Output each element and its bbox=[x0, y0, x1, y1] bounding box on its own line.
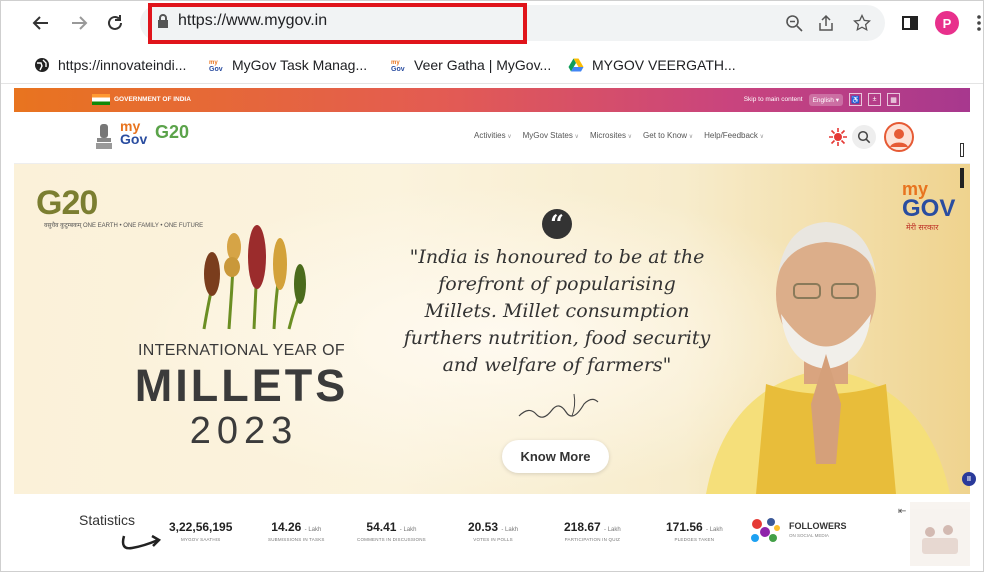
stat-item: 171.56 - Lakh PLEDGES TAKEN bbox=[666, 520, 723, 542]
stat-label: MYGOV SAATHIS bbox=[180, 537, 221, 542]
back-arrow-icon[interactable] bbox=[28, 10, 54, 36]
curved-arrow-icon bbox=[118, 530, 164, 561]
stat-value: 218.67 - Lakh bbox=[564, 520, 621, 534]
followers-sublabel: ON SOCIAL MEDIA bbox=[789, 533, 829, 538]
forward-arrow-icon[interactable] bbox=[66, 10, 92, 36]
carousel-indicator-active[interactable] bbox=[960, 168, 964, 188]
text-size-icon[interactable]: ± bbox=[868, 93, 881, 106]
statistics-title: Statistics bbox=[79, 512, 136, 528]
bookmark-label: MyGov Task Manag... bbox=[232, 57, 368, 73]
stat-item: 14.26 - Lakh SUBMISSIONS IN TASKS bbox=[268, 520, 325, 542]
stat-value: 3,22,56,195 bbox=[169, 520, 233, 534]
profile-avatar[interactable]: P bbox=[935, 11, 959, 35]
stat-value: 14.26 - Lakh bbox=[271, 520, 322, 534]
stat-value: 54.41 - Lakh bbox=[366, 520, 417, 534]
language-select[interactable]: English ▾ bbox=[808, 93, 843, 106]
menu-mygov-states[interactable]: MyGov States bbox=[523, 131, 579, 140]
bookmark-item[interactable]: MYGOV VEERGATH... bbox=[568, 57, 736, 73]
skip-to-main-link[interactable]: Skip to main content bbox=[744, 96, 803, 103]
hero-quote: "India is honoured to be at the forefron… bbox=[403, 246, 711, 376]
bookmarks-bar: https://innovateindi... my Gov MyGov Task… bbox=[0, 48, 984, 84]
social-media-icon bbox=[751, 518, 780, 542]
menu-activities[interactable]: Activities bbox=[474, 131, 512, 140]
sun-icon[interactable] bbox=[826, 125, 850, 149]
stat-label: PLEDGES TAKEN bbox=[674, 537, 715, 542]
millets-title-line1: INTERNATIONAL YEAR OF bbox=[138, 342, 345, 359]
statistics-bar: Statistics 3,22,56,195 MYGOV SAATHIS 14.… bbox=[14, 494, 970, 568]
stat-item: 218.67 - Lakh PARTICIPATION IN QUIZ bbox=[564, 520, 621, 542]
accessibility-bar: Skip to main content English ▾ ♿ ± ▦ bbox=[744, 93, 900, 106]
stat-item: 3,22,56,195 MYGOV SAATHIS bbox=[169, 520, 232, 542]
bookmark-label: Veer Gatha | MyGov... bbox=[414, 57, 552, 73]
hero-banner: G20 वसुधैव कुटुम्बकम् ONE EARTH • ONE FA… bbox=[14, 164, 970, 494]
g20-hero-logo: G20 bbox=[36, 184, 98, 222]
menu-get-to-know[interactable]: Get to Know bbox=[643, 131, 693, 140]
menu-help-feedback[interactable]: Help/Feedback bbox=[704, 131, 764, 140]
know-more-button[interactable]: Know More bbox=[502, 440, 609, 473]
menu-microsites[interactable]: Microsites bbox=[590, 131, 632, 140]
mygov-favicon: my Gov bbox=[208, 57, 224, 73]
g20-logo[interactable]: G20 bbox=[155, 122, 189, 143]
share-icon[interactable] bbox=[814, 11, 838, 35]
svg-text:Gov: Gov bbox=[209, 66, 223, 73]
sidepanel-icon[interactable] bbox=[898, 11, 922, 35]
government-strip: GOVERNMENT OF INDIA Skip to main content… bbox=[14, 88, 970, 112]
user-avatar[interactable] bbox=[884, 122, 914, 152]
bookmark-label: MYGOV VEERGATH... bbox=[592, 57, 736, 73]
millets-title-line2: MILLETS bbox=[134, 360, 349, 411]
mygov-favicon: my Gov bbox=[390, 57, 406, 73]
sitemap-icon[interactable]: ▦ bbox=[887, 93, 900, 106]
svg-text:Gov: Gov bbox=[391, 66, 405, 73]
drive-icon bbox=[568, 57, 584, 73]
globe-icon bbox=[34, 57, 50, 73]
government-label: GOVERNMENT OF INDIA bbox=[92, 94, 191, 105]
stat-label: SUBMISSIONS IN TASKS bbox=[268, 537, 325, 542]
pause-icon[interactable]: II bbox=[962, 472, 976, 486]
reload-icon[interactable] bbox=[102, 10, 128, 36]
main-menu: Activities MyGov States Microsites Get t… bbox=[474, 131, 764, 140]
state-emblem-icon[interactable] bbox=[94, 122, 114, 154]
lock-icon[interactable] bbox=[156, 13, 170, 29]
stat-item: 20.53 - Lakh VOTES IN POLLS bbox=[468, 520, 518, 542]
millets-logo-icon bbox=[174, 209, 314, 339]
search-icon[interactable] bbox=[852, 125, 876, 149]
zoom-icon[interactable] bbox=[782, 11, 806, 35]
quote-icon: “ bbox=[542, 209, 572, 239]
star-icon[interactable] bbox=[850, 11, 874, 35]
url-text[interactable]: https://www.mygov.in bbox=[178, 12, 327, 30]
stat-value: 20.53 - Lakh bbox=[468, 520, 519, 534]
social-followers[interactable]: FOLLOWERS ON SOCIAL MEDIA bbox=[749, 516, 847, 546]
portrait-image bbox=[686, 204, 970, 494]
mygov-logo[interactable]: my Gov bbox=[120, 119, 147, 146]
collapse-arrow-icon[interactable]: ⇤ bbox=[898, 506, 906, 517]
browser-toolbar: https://www.mygov.in P bbox=[0, 0, 984, 46]
bookmark-item[interactable]: my Gov MyGov Task Manag... bbox=[208, 57, 367, 73]
menu-dots-icon[interactable] bbox=[974, 11, 984, 35]
accessibility-icon[interactable]: ♿ bbox=[849, 93, 862, 106]
followers-label: FOLLOWERS bbox=[789, 521, 847, 531]
signature-image bbox=[514, 386, 604, 426]
side-thumbnail[interactable] bbox=[910, 502, 970, 566]
stat-value: 171.56 - Lakh bbox=[666, 520, 723, 534]
millets-year: 2023 bbox=[189, 410, 299, 452]
bookmark-label: https://innovateindi... bbox=[58, 57, 187, 73]
stat-item: 54.41 - Lakh COMMENTS IN DISCUSSIONS bbox=[357, 520, 426, 542]
stat-label: COMMENTS IN DISCUSSIONS bbox=[357, 537, 426, 542]
stat-label: VOTES IN POLLS bbox=[473, 537, 513, 542]
carousel-indicator[interactable] bbox=[960, 143, 964, 157]
bookmark-item[interactable]: https://innovateindi... bbox=[34, 57, 186, 73]
bookmark-item[interactable]: my Gov Veer Gatha | MyGov... bbox=[390, 57, 551, 73]
site-header: my Gov G20 Activities MyGov States Micro… bbox=[14, 112, 970, 164]
stat-label: PARTICIPATION IN QUIZ bbox=[564, 537, 621, 542]
india-flag-icon bbox=[92, 94, 110, 105]
